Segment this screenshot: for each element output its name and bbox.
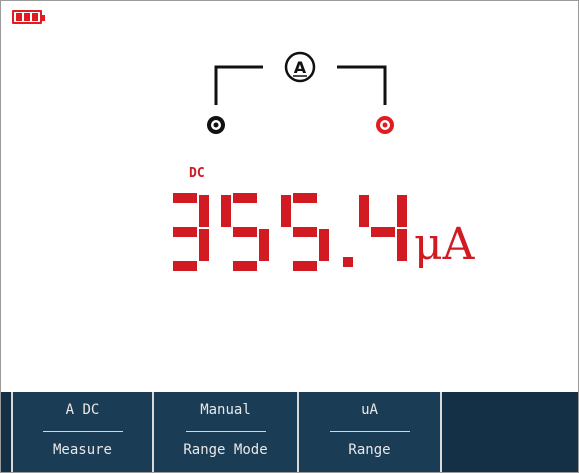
- softkey-range-label: Range: [348, 442, 391, 458]
- softkey-range-value: uA: [361, 402, 378, 418]
- reading-decimal-point: [343, 257, 353, 267]
- softkey-bar: A DC Measure Manual Range Mode uA Range: [1, 392, 578, 472]
- com-terminal-icon: [207, 116, 225, 134]
- softkey-range-mode[interactable]: Manual Range Mode: [154, 392, 299, 472]
- softkey-measure-value: A DC: [65, 402, 100, 418]
- softkey-range-mode-label: Range Mode: [183, 442, 268, 458]
- battery-icon: [12, 10, 45, 24]
- input-terminal-icon: [376, 116, 394, 134]
- measurement-unit: μA: [414, 219, 475, 270]
- softkey-measure[interactable]: A DC Measure: [11, 392, 154, 472]
- softkey-range[interactable]: uA Range: [299, 392, 442, 472]
- multimeter-screen: A DC μA A DC Measure Manual Range Mode u…: [0, 0, 579, 473]
- reading-digit: [221, 193, 269, 271]
- probe-connection-diagram: A: [207, 51, 394, 134]
- softkey-measure-label: Measure: [52, 442, 112, 458]
- reading-digit: [359, 195, 407, 261]
- measurement-reading: [173, 193, 407, 271]
- softkey-range-mode-value: Manual: [200, 402, 251, 418]
- ammeter-icon: A: [284, 51, 316, 83]
- reading-digit: [281, 193, 329, 271]
- measurement-mode-label: DC: [189, 166, 205, 181]
- reading-digit: [173, 193, 209, 271]
- ammeter-symbol: A: [294, 58, 307, 77]
